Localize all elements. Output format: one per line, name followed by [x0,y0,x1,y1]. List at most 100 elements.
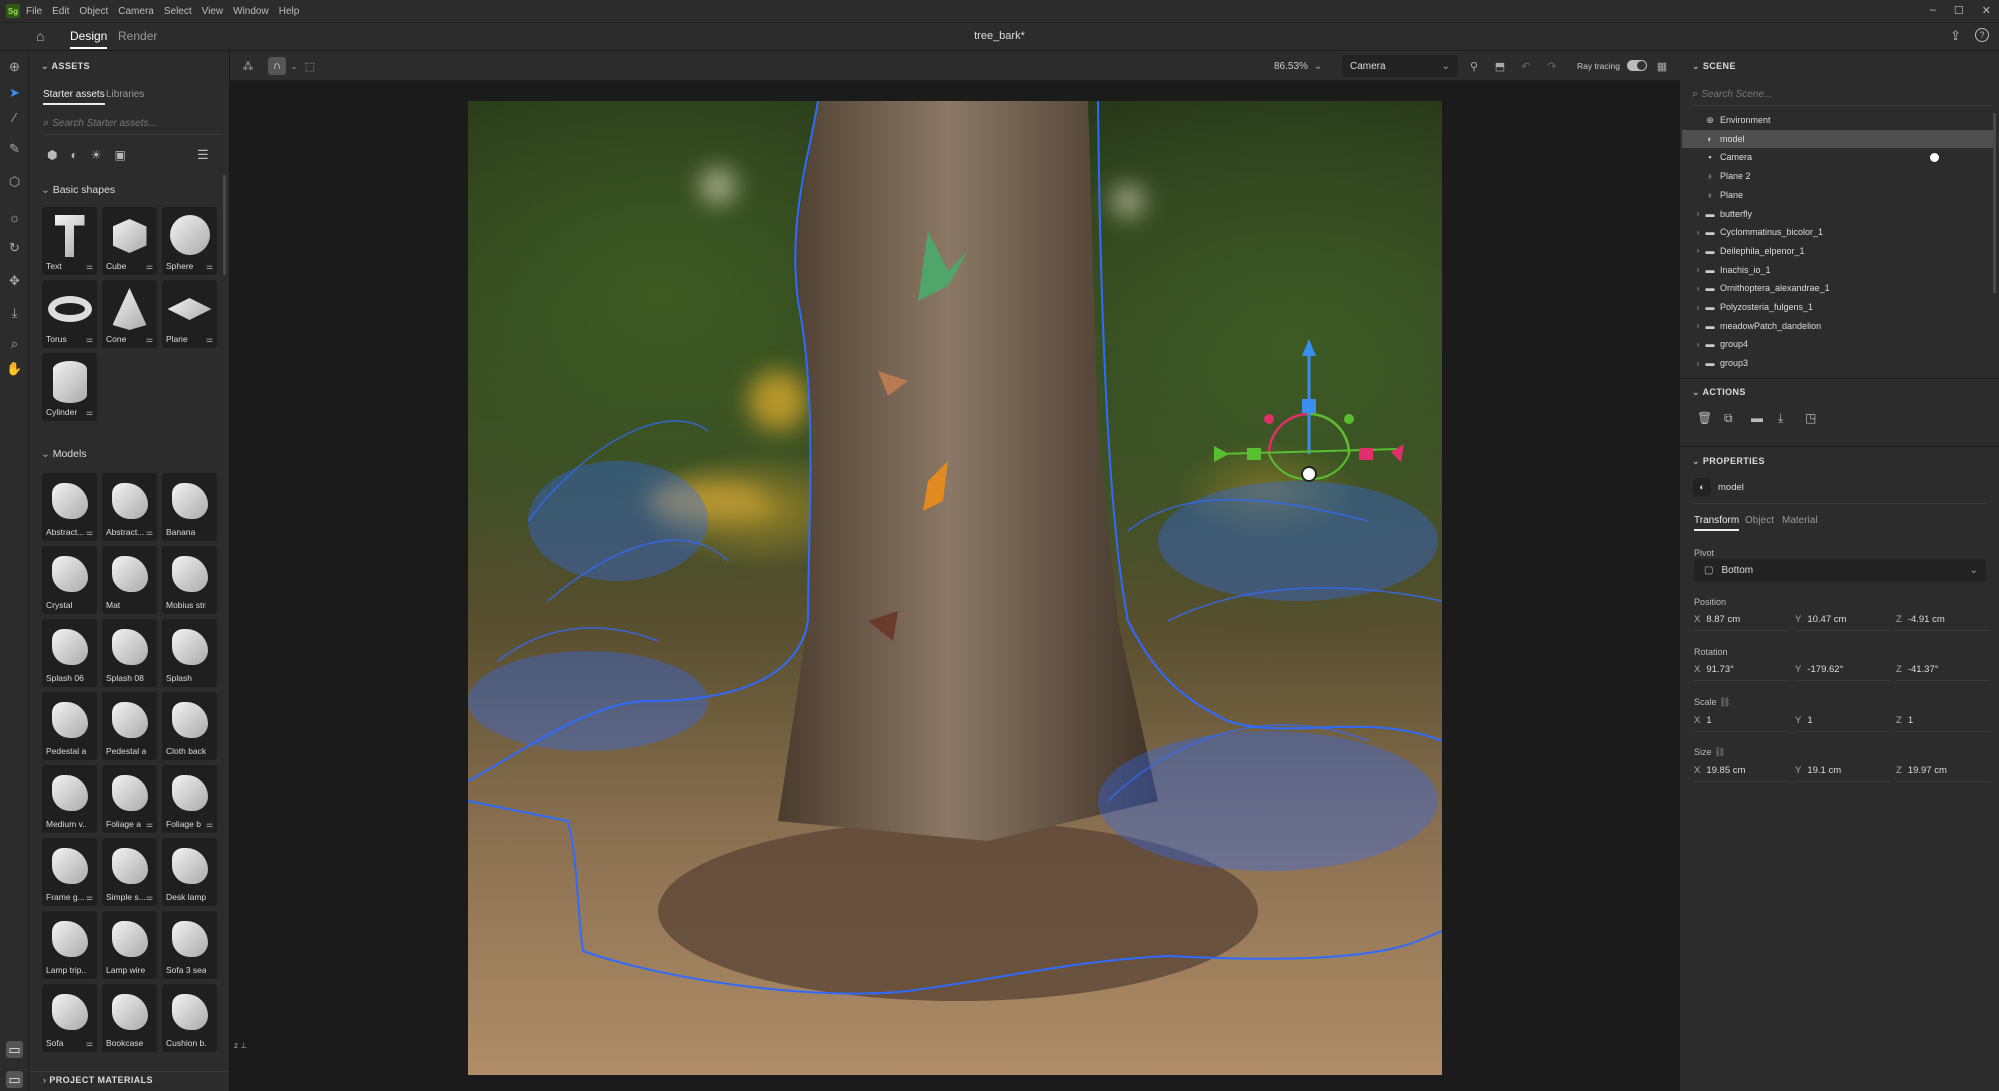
delete-icon[interactable]: 🗑 [1697,411,1712,425]
link-proportions-icon[interactable]: ⛓ [1717,697,1730,707]
toolbox-icon[interactable]: ▭ [6,1071,23,1088]
scene-scrollbar[interactable] [1993,113,1996,293]
chevron-right-icon[interactable]: › [1692,228,1704,237]
asset-tile[interactable]: Mat [102,546,157,614]
active-camera-dot[interactable] [1930,152,1939,162]
scene-item[interactable]: › ▬ butterfly [1682,205,1994,223]
scale-z-field[interactable]: Z1 [1896,715,1991,732]
undo-view-icon[interactable]: ↶ [1518,58,1534,74]
asset-tile[interactable]: Sofa ⚌ [42,984,97,1052]
asset-tile[interactable]: Plane ⚌ [162,280,217,348]
asset-tile[interactable]: Splash 06 [42,619,97,687]
size-y-field[interactable]: Y 19.1 cm [1795,765,1890,782]
zoom-icon[interactable]: ⌕ [6,335,23,352]
chevron-right-icon[interactable]: › [1692,284,1704,293]
drop-to-ground-icon[interactable]: ⤓ [6,304,23,321]
group-icon[interactable]: ▬ [1751,411,1765,425]
magic-wand-icon[interactable]: ⁄ [6,109,23,126]
drop-object-icon[interactable]: ⬚ [302,58,318,74]
asset-tile[interactable]: Simple s... ⚌ [102,838,157,906]
frame-icon[interactable]: ⬒ [1492,58,1508,74]
hand-icon[interactable]: ✋ [6,360,23,377]
asset-tile[interactable]: Banana [162,473,217,541]
size-z-field[interactable]: Z 19.97 cm [1896,765,1991,782]
asset-tile[interactable]: Abstract... ⚌ [102,473,157,541]
asset-tile[interactable]: Desk lamp [162,838,217,906]
asset-tile[interactable]: Cushion b... [162,984,217,1052]
share-icon[interactable]: ⇪ [1950,28,1961,44]
asset-tile[interactable]: Splash [162,619,217,687]
rotation-x-field[interactable]: X 91.73° [1694,664,1789,681]
convert-icon[interactable]: ◳ [1805,411,1819,425]
assets-scrollbar[interactable] [223,175,226,275]
asset-tile[interactable]: Splash 08 [102,619,157,687]
scene-item[interactable]: › ▬ Cyclommatinus_bicolor_1 [1682,223,1994,241]
snap-magnet-icon[interactable]: ∩ [268,57,286,75]
scene-item[interactable]: › ▬ Polyzosteria_fulgens_1 [1682,298,1994,316]
tab-material[interactable]: Material [1782,515,1818,526]
link-proportions-icon[interactable]: ⛓ [1712,747,1725,757]
scene-item[interactable]: › ▬ Ornithoptera_alexandrae_1 [1682,279,1994,297]
add-icon[interactable]: ⊕ [6,58,23,75]
models-filter-icon[interactable]: ⬢ [47,148,57,162]
adjust-icon[interactable]: ⚌ [206,262,213,271]
asset-tile[interactable]: Sphere ⚌ [162,207,217,275]
scene-header[interactable]: ⌄ SCENE [1692,61,1736,72]
chevron-right-icon[interactable]: › [1692,265,1704,274]
asset-tile[interactable]: Pedestal a... [42,692,97,760]
move-icon[interactable]: ✥ [6,272,23,289]
basic-shapes-header[interactable]: ⌄ Basic shapes [41,184,115,196]
maximize-icon[interactable]: ☐ [1954,4,1964,17]
actions-header[interactable]: ⌄ ACTIONS [1692,387,1746,398]
tab-object[interactable]: Object [1745,515,1774,526]
scale-y-field[interactable]: Y1 [1795,715,1890,732]
adjust-icon[interactable]: ⚌ [206,335,213,344]
chevron-right-icon[interactable]: › [1692,340,1704,349]
scene-item[interactable]: ♁ Plane 2 [1682,167,1994,185]
minimize-icon[interactable]: – [1930,4,1936,17]
scene-item[interactable]: ⊕ Environment [1682,111,1994,129]
asset-tile[interactable]: Medium v... [42,765,97,833]
scene-item[interactable]: › ▬ Inachis_io_1 [1682,261,1994,279]
rotation-y-field[interactable]: Y -179.62° [1795,664,1890,681]
adjust-icon[interactable]: ⚌ [86,408,93,417]
position-z-field[interactable]: Z -4.91 cm [1896,614,1991,631]
chevron-down-icon[interactable]: ⌄ [286,58,302,74]
asset-tile[interactable]: Crystal [42,546,97,614]
cube-icon[interactable]: ⬡ [6,173,23,190]
camera-select[interactable]: Camera ⌄ [1342,55,1458,77]
asset-tile[interactable]: Cube ⚌ [102,207,157,275]
project-materials-header[interactable]: › PROJECT MATERIALS [43,1075,153,1085]
position-x-field[interactable]: X 8.87 cm [1694,614,1789,631]
asset-tile[interactable]: Torus ⚌ [42,280,97,348]
properties-header[interactable]: ⌄ PROPERTIES [1692,456,1765,467]
assets-search-input[interactable]: ⌕ Search Starter assets... [43,117,223,135]
adjust-icon[interactable]: ⚌ [86,1039,93,1048]
scene-item[interactable]: › ▬ group4 [1682,335,1994,353]
viewport[interactable]: z ⊥ [230,81,1680,1091]
camera-bookmark-icon[interactable]: ⚲ [1466,58,1482,74]
adjust-icon[interactable]: ⚌ [146,335,153,344]
asset-tile[interactable]: Lamp wire... [102,911,157,979]
menu-window[interactable]: Window [233,6,269,17]
duplicate-icon[interactable]: ⧉ [1724,411,1738,425]
asset-tile[interactable]: Mobius strip [162,546,217,614]
menu-camera[interactable]: Camera [118,6,154,17]
menu-select[interactable]: Select [164,6,192,17]
transform-nodes-icon[interactable]: ⁂ [240,58,256,74]
adjust-icon[interactable]: ⚌ [146,893,153,902]
scale-x-field[interactable]: X1 [1694,715,1789,732]
tab-transform[interactable]: Transform [1694,515,1740,531]
chevron-right-icon[interactable]: › [1692,209,1704,218]
asset-tile[interactable]: Foliage b ⚌ [162,765,217,833]
help-icon[interactable]: ? [1975,28,1989,42]
asset-tile[interactable]: Frame g... ⚌ [42,838,97,906]
eyedropper-icon[interactable]: ✎ [6,140,23,157]
select-icon[interactable]: ➤ [6,84,23,101]
chevron-right-icon[interactable]: › [1692,303,1704,312]
adjust-icon[interactable]: ⚌ [86,893,93,902]
scene-item[interactable]: ♁ Plane [1682,186,1994,204]
adjust-icon[interactable]: ⚌ [206,820,213,829]
light-icon[interactable]: ☼ [6,209,23,226]
images-filter-icon[interactable]: ▣ [115,148,126,162]
